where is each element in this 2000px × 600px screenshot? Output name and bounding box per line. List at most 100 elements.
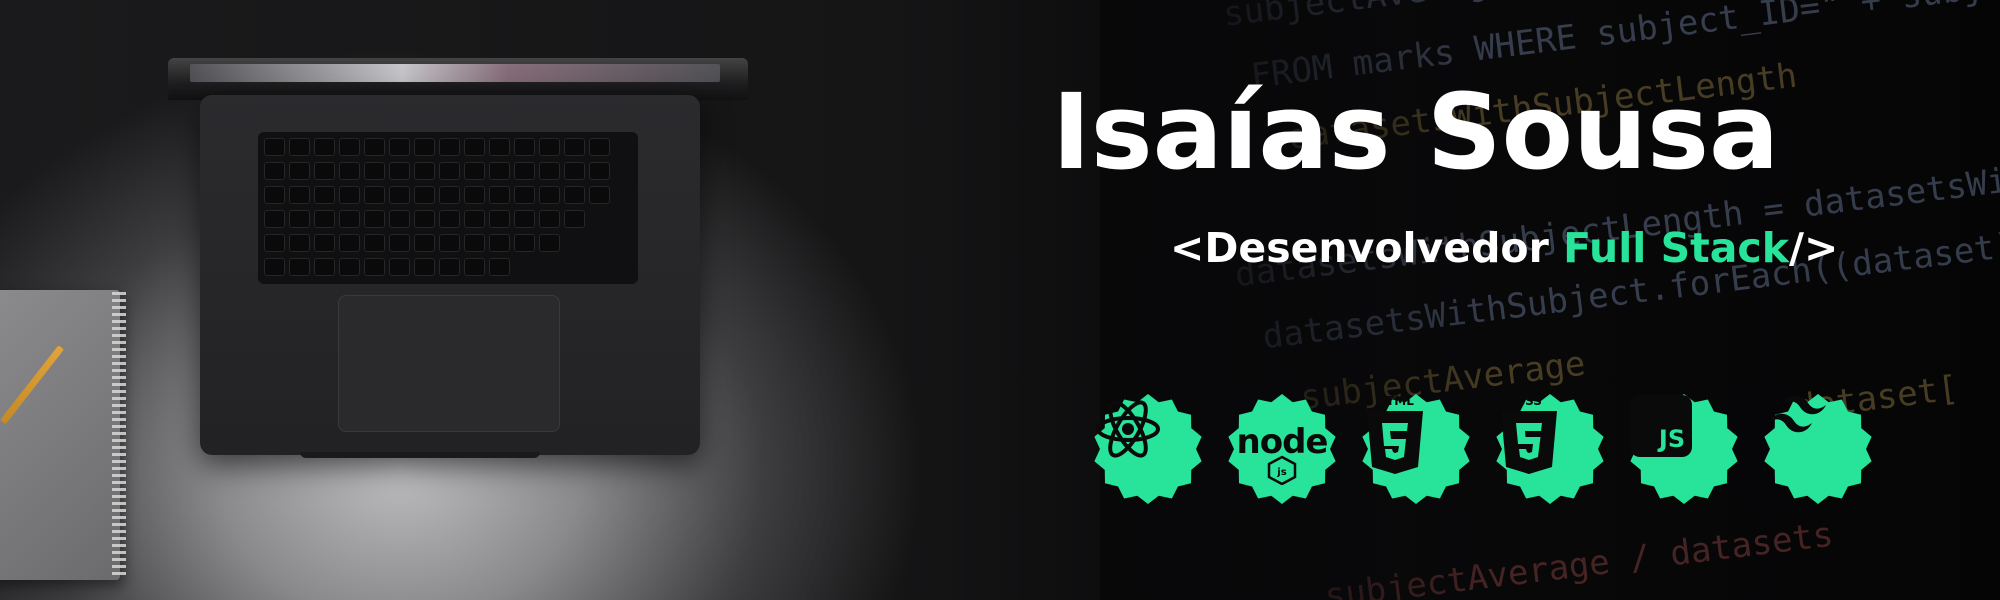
keyboard-key (339, 234, 360, 252)
keyboard-key (464, 138, 485, 156)
css3-icon: CSS (1494, 393, 1606, 505)
keyboard-key (564, 186, 585, 204)
key-row (264, 162, 610, 180)
laptop-trackpad (338, 295, 560, 432)
keyboard-key (389, 210, 410, 228)
keyboard-key (389, 162, 410, 180)
keyboard-key (464, 258, 485, 276)
banner: subjectAverage FROM marks WHERE subject_… (0, 0, 2000, 600)
keyboard-key (414, 162, 435, 180)
keyboard-key (439, 186, 460, 204)
keyboard-key (414, 234, 435, 252)
keyboard-key (289, 234, 310, 252)
role-suffix: /> (1789, 224, 1839, 272)
keyboard-key (514, 186, 535, 204)
keyboard-key (589, 162, 610, 180)
tech-badges: node js HTML CSS JS (1092, 393, 1874, 505)
javascript-badge: JS (1628, 393, 1740, 505)
keyboard-key (414, 210, 435, 228)
keyboard-key (339, 162, 360, 180)
html5-badge: HTML (1360, 393, 1472, 505)
keyboard-key (464, 186, 485, 204)
react-badge (1092, 393, 1204, 505)
keyboard-key (439, 138, 460, 156)
keyboard-key (514, 162, 535, 180)
nodejs-badge: node js (1226, 393, 1338, 505)
keyboard-key (339, 138, 360, 156)
keyboard-key (314, 138, 335, 156)
keyboard-key (314, 162, 335, 180)
keyboard-key (364, 138, 385, 156)
keyboard-key (539, 138, 560, 156)
keyboard-key (389, 258, 410, 276)
keyboard-key (439, 234, 460, 252)
javascript-label: JS (1657, 425, 1685, 453)
keyboard-key (489, 210, 510, 228)
keyboard-key (314, 234, 335, 252)
key-row (264, 210, 585, 228)
keyboard-key (539, 162, 560, 180)
key-row (264, 258, 510, 276)
keyboard-key (439, 210, 460, 228)
keyboard-key (414, 258, 435, 276)
html5-icon: HTML (1360, 393, 1472, 505)
keyboard-key (439, 162, 460, 180)
keyboard-key (489, 258, 510, 276)
key-row (264, 186, 610, 204)
nodejs-icon: node (1226, 393, 1338, 505)
keyboard-key (564, 162, 585, 180)
keyboard-key (589, 186, 610, 204)
keyboard-key (539, 186, 560, 204)
keyboard-key (339, 186, 360, 204)
tailwind-icon (1762, 393, 1874, 505)
keyboard-key (314, 186, 335, 204)
role-accent: Full Stack (1563, 224, 1789, 272)
keyboard-key (264, 258, 285, 276)
keyboard-key (439, 258, 460, 276)
keyboard-key (389, 234, 410, 252)
keyboard-key (514, 138, 535, 156)
keyboard-key (489, 186, 510, 204)
keyboard-key (489, 162, 510, 180)
javascript-icon: JS (1628, 393, 1740, 505)
keyboard-key (514, 234, 535, 252)
keyboard-key (589, 138, 610, 156)
nodejs-hexagon: js (1267, 455, 1297, 485)
keyboard-key (464, 162, 485, 180)
keyboard-key (364, 234, 385, 252)
keyboard-key (414, 138, 435, 156)
svg-text:js: js (1276, 467, 1286, 478)
keyboard-key (364, 186, 385, 204)
keyboard-key (564, 138, 585, 156)
keyboard-key (314, 258, 335, 276)
key-row (264, 234, 560, 252)
keyboard-key (414, 186, 435, 204)
tailwind-badge (1762, 393, 1874, 505)
keyboard-key (289, 210, 310, 228)
react-icon (1092, 393, 1204, 505)
profile-name: Isaías Sousa (1052, 71, 1780, 193)
keyboard-key (264, 210, 285, 228)
keyboard-key (264, 162, 285, 180)
keyboard-key (464, 234, 485, 252)
keyboard-key (564, 210, 585, 228)
keyboard-key (289, 138, 310, 156)
keyboard-key (264, 234, 285, 252)
keyboard-key (489, 234, 510, 252)
keyboard-key (289, 162, 310, 180)
keyboard-key (539, 210, 560, 228)
keyboard-key (389, 138, 410, 156)
keyboard-key (364, 258, 385, 276)
keyboard-key (289, 258, 310, 276)
css3-label: CSS (1516, 394, 1542, 408)
keyboard-key (339, 210, 360, 228)
keyboard-key (514, 210, 535, 228)
keyboard-key (339, 258, 360, 276)
laptop-screen-glow (190, 64, 720, 82)
keyboard-key (539, 234, 560, 252)
keyboard-key (264, 138, 285, 156)
css3-badge: CSS (1494, 393, 1606, 505)
profile-role: <Desenvolvedor Full Stack/> (1170, 228, 1838, 269)
notebook-spiral (112, 292, 126, 578)
keyboard-key (464, 210, 485, 228)
